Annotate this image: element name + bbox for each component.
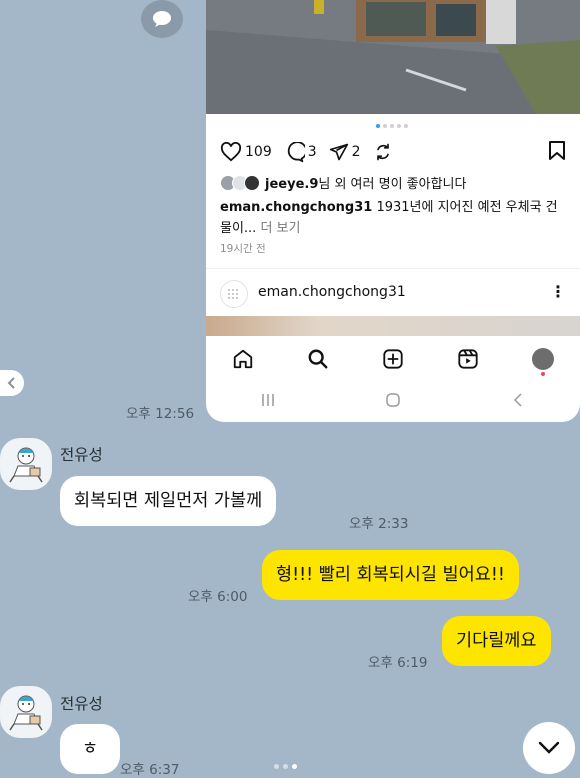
cartoon-avatar-icon [9,695,43,731]
comment-icon [287,141,305,162]
post-caption: eman.chongchong31 1931년에 지어진 예전 우체국 건물이.… [220,197,568,239]
caption-more-link[interactable]: 더 보기 [256,221,300,236]
incoming-message-bubble[interactable]: 회복되면 제일먼저 가볼께 [60,476,277,526]
android-system-nav [206,382,580,418]
home-button-icon[interactable] [385,392,401,408]
search-icon[interactable] [307,348,329,370]
instagram-bottom-nav [206,336,580,382]
sender-name: 전유성 [60,695,103,713]
more-options-icon[interactable]: ⋮ [550,282,566,301]
incoming-message-bubble[interactable]: ㅎ [60,724,121,774]
speech-bubble-icon [153,11,171,27]
like-action[interactable]: 109 [220,142,272,162]
heart-icon [220,142,242,162]
post-action-bar: 109 3 2 [220,140,399,164]
message-time: 오후 6:00 [188,589,248,605]
like-count: 109 [245,144,272,160]
floating-chat-icon[interactable] [141,0,183,38]
comment-action[interactable]: 3 [284,141,317,163]
message-time: 오후 2:33 [349,516,409,532]
repost-action[interactable] [373,142,393,162]
chevron-left-icon [7,377,15,389]
outgoing-message-bubble[interactable]: 형!!! 빨리 회복되시길 빌어요!! [262,550,519,600]
bookmark-icon[interactable] [548,140,566,165]
sender-name: 전유성 [60,446,103,464]
next-post-photo [206,316,580,336]
share-icon [329,143,348,161]
instagram-post-photo [206,0,580,114]
caption-user[interactable]: eman.chongchong31 [220,200,372,215]
shared-instagram-screenshot[interactable]: 109 3 2 jeeye.9님 외 여러 명이 좋아합니다 eman.chon… [206,0,580,422]
dotted-logo-icon [228,289,238,299]
liked-by-user[interactable]: jeeye.9 [265,177,318,192]
share-count: 2 [351,144,361,160]
reels-icon[interactable] [457,348,479,370]
repost-icon [376,143,389,161]
message-time: 오후 6:19 [368,655,428,671]
liked-by-text: 님 외 여러 명이 좋아합니다 [318,177,467,192]
share-action[interactable]: 2 [329,142,361,162]
profile-icon[interactable] [531,348,554,376]
street-photo-image [206,0,580,114]
home-icon[interactable] [232,348,254,370]
side-back-button[interactable] [0,370,24,396]
liked-by-avatars [220,174,260,191]
avatar[interactable] [0,686,52,738]
recent-apps-icon[interactable] [260,392,276,408]
avatar[interactable] [0,438,52,490]
post-timestamp: 19시간 전 [220,243,266,255]
carousel-indicator [376,124,408,128]
cartoon-avatar-icon [9,447,43,483]
liked-by-line: jeeye.9님 외 여러 명이 좋아합니다 [220,173,466,192]
post-divider [206,268,580,269]
outgoing-message-bubble[interactable]: 기다릴께요 [442,616,551,666]
next-post-avatar[interactable] [220,280,248,308]
comment-count: 3 [307,144,317,160]
message-time: 오후 6:37 [120,762,180,778]
create-icon[interactable] [382,348,404,370]
image-message-time: 오후 12:56 [126,406,195,422]
page-indicator [274,764,297,769]
next-post-username[interactable]: eman.chongchong31 [258,284,406,300]
back-icon[interactable] [510,392,526,408]
scroll-to-bottom-button[interactable] [523,722,575,774]
chevron-down-icon [538,741,560,754]
